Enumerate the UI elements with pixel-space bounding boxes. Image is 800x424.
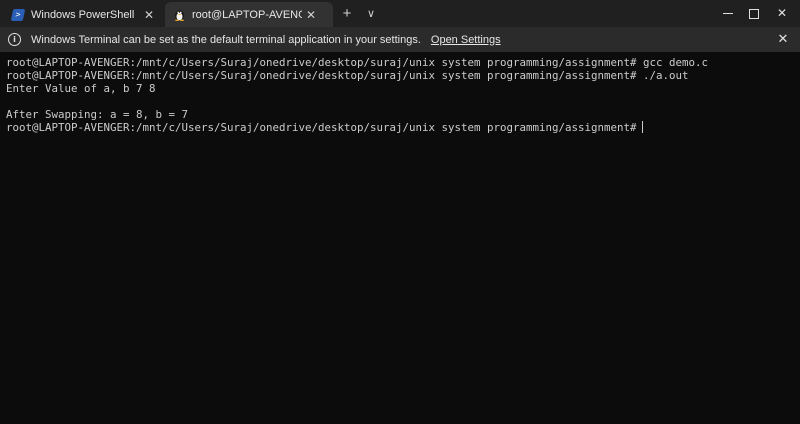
- terminal-output[interactable]: root@LAPTOP-AVENGER:/mnt/c/Users/Suraj/o…: [0, 52, 800, 424]
- new-tab-button[interactable]: +: [336, 4, 358, 24]
- minimize-icon: [723, 13, 733, 15]
- terminal-line: root@LAPTOP-AVENGER:/mnt/c/Users/Suraj/o…: [6, 69, 689, 82]
- terminal-window: > Windows PowerShell ✕ root@LAPTOP-AVENG…: [0, 0, 800, 424]
- powershell-icon: >: [10, 8, 26, 21]
- tab-wsl-root[interactable]: root@LAPTOP-AVENGER: /mnt/ ✕: [165, 2, 333, 27]
- close-icon[interactable]: ✕: [774, 30, 792, 48]
- terminal-line: Enter Value of a, b 7 8: [6, 82, 156, 95]
- title-bar[interactable]: > Windows PowerShell ✕ root@LAPTOP-AVENG…: [0, 0, 800, 27]
- close-icon[interactable]: ✕: [302, 8, 320, 22]
- terminal-prompt-line: root@LAPTOP-AVENGER:/mnt/c/Users/Suraj/o…: [6, 121, 800, 134]
- window-close-button[interactable]: ✕: [764, 0, 800, 27]
- terminal-line: root@LAPTOP-AVENGER:/mnt/c/Users/Suraj/o…: [6, 56, 709, 69]
- tux-icon: [175, 10, 184, 21]
- terminal-prompt: root@LAPTOP-AVENGER:/mnt/c/Users/Suraj/o…: [6, 121, 637, 134]
- info-message: Windows Terminal can be set as the defau…: [31, 33, 421, 46]
- maximize-icon: [749, 8, 759, 19]
- open-settings-link[interactable]: Open Settings: [431, 34, 501, 46]
- info-icon: i: [8, 33, 21, 46]
- info-bar: i Windows Terminal can be set as the def…: [0, 27, 800, 52]
- close-icon[interactable]: ✕: [140, 8, 158, 22]
- text-cursor: [641, 121, 643, 133]
- chevron-down-icon[interactable]: ∨: [360, 4, 382, 24]
- tab-windows-powershell[interactable]: > Windows PowerShell ✕: [0, 2, 164, 27]
- terminal-line: After Swapping: a = 8, b = 7: [6, 108, 189, 121]
- tab-title: root@LAPTOP-AVENGER: /mnt/: [192, 8, 302, 21]
- tab-title: Windows PowerShell: [31, 8, 135, 21]
